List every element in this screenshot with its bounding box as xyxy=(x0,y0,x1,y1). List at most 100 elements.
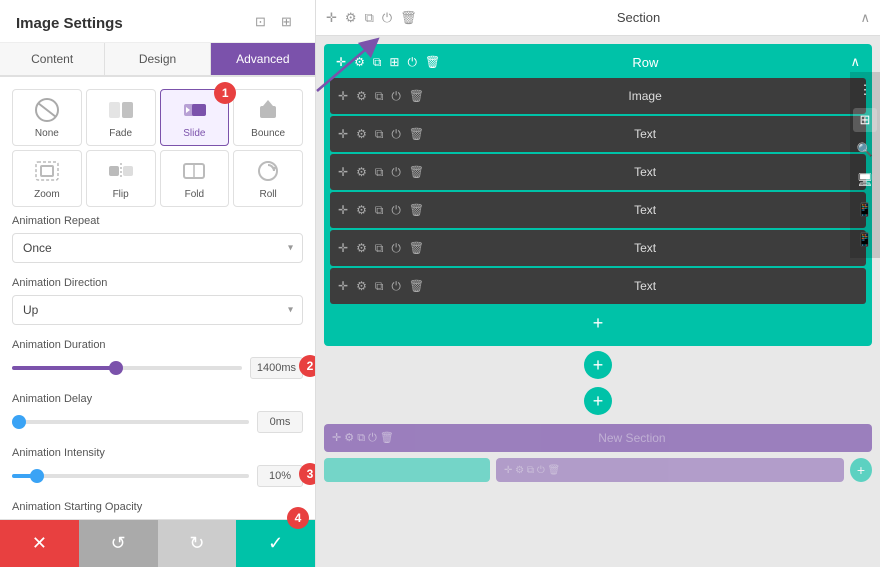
anim-fold-icon xyxy=(178,157,210,185)
mod-move-icon-1[interactable]: ✛ xyxy=(338,127,348,141)
sidebar-search-icon[interactable]: 🔍 xyxy=(853,138,877,162)
collapse-icon[interactable]: ∧ xyxy=(860,10,870,26)
badge-2: 2 xyxy=(299,355,315,377)
row-move-icon[interactable]: ✛ xyxy=(336,55,346,70)
anim-none-label: None xyxy=(35,128,59,139)
bottom-toolbar: ✕ ↺ ↻ ✓ 4 xyxy=(0,519,315,567)
module-title-0: Image xyxy=(432,89,858,103)
move-icon[interactable]: ✛ xyxy=(326,10,337,26)
module-text-4: ✛ ⚙ ⧉ ⏻ 🗑 Text xyxy=(330,230,866,266)
mod-copy-icon-5[interactable]: ⧉ xyxy=(375,279,384,294)
mod-gear-icon-5[interactable]: ⚙ xyxy=(356,279,367,293)
animation-intensity-slider[interactable] xyxy=(12,474,249,478)
mod-trash-icon-3[interactable]: 🗑 xyxy=(409,203,424,217)
anim-fold[interactable]: Fold xyxy=(160,150,230,207)
anim-roll[interactable]: Roll xyxy=(233,150,303,207)
module-text-5: ✛ ⚙ ⧉ ⏻ 🗑 Text xyxy=(330,268,866,304)
animation-repeat-select[interactable]: Once Loop Infinite xyxy=(12,233,303,263)
mod-trash-icon-5[interactable]: 🗑 xyxy=(409,279,424,293)
row-gear-icon[interactable]: ⚙ xyxy=(354,55,365,70)
copy-icon[interactable]: ⧉ xyxy=(365,10,374,26)
mod-power-icon-2[interactable]: ⏻ xyxy=(391,165,401,180)
blurred-plus: + xyxy=(850,458,872,482)
mod-move-icon-0[interactable]: ✛ xyxy=(338,89,348,103)
module-title-1: Text xyxy=(432,127,858,141)
anim-zoom[interactable]: Zoom xyxy=(12,150,82,207)
mod-copy-icon-1[interactable]: ⧉ xyxy=(375,127,384,142)
mod-trash-icon-2[interactable]: 🗑 xyxy=(409,165,424,179)
tab-content[interactable]: Content xyxy=(0,43,105,75)
row-collapse-icon[interactable]: ∧ xyxy=(850,54,860,70)
mod-copy-icon-2[interactable]: ⧉ xyxy=(375,165,384,180)
mod-power-icon-5[interactable]: ⏻ xyxy=(391,279,401,294)
row-grid-icon[interactable]: ⊞ xyxy=(389,55,399,70)
tabs: Content Design Advanced xyxy=(0,43,315,77)
mod-gear-icon-3[interactable]: ⚙ xyxy=(356,203,367,217)
anim-slide-icon xyxy=(178,96,210,124)
row-power-icon[interactable]: ⏻ xyxy=(407,55,417,70)
mod-copy-icon-4[interactable]: ⧉ xyxy=(375,241,384,256)
anim-bounce-label: Bounce xyxy=(251,128,285,139)
animation-delay-group: Animation Delay 0ms xyxy=(12,393,303,433)
section-title: Section xyxy=(617,10,660,25)
animation-delay-value: 0ms xyxy=(257,411,303,433)
add-section-button[interactable]: + xyxy=(584,387,612,415)
mod-power-icon-1[interactable]: ⏻ xyxy=(391,127,401,142)
module-title-4: Text xyxy=(432,241,858,255)
anim-flip[interactable]: Flip xyxy=(86,150,156,207)
mod-move-icon-3[interactable]: ✛ xyxy=(338,203,348,217)
mod-copy-icon-0[interactable]: ⧉ xyxy=(375,89,384,104)
animation-delay-slider[interactable] xyxy=(12,420,249,424)
tab-advanced[interactable]: Advanced xyxy=(211,43,315,75)
mod-move-icon-2[interactable]: ✛ xyxy=(338,165,348,179)
mod-power-icon-4[interactable]: ⏻ xyxy=(391,241,401,256)
trash-icon[interactable]: 🗑 xyxy=(400,10,417,26)
sidebar-tablet-icon[interactable]: 📱 xyxy=(853,198,877,222)
mod-gear-icon-0[interactable]: ⚙ xyxy=(356,89,367,103)
power-icon[interactable]: ⏻ xyxy=(382,10,392,26)
add-row-button[interactable]: + xyxy=(584,351,612,379)
mod-copy-icon-3[interactable]: ⧉ xyxy=(375,203,384,218)
mod-trash-icon-0[interactable]: 🗑 xyxy=(409,89,424,103)
maximize-icon[interactable]: ⊡ xyxy=(255,14,273,32)
mod-power-icon-3[interactable]: ⏻ xyxy=(391,203,401,218)
mod-gear-icon-1[interactable]: ⚙ xyxy=(356,127,367,141)
module-title-3: Text xyxy=(432,203,858,217)
animation-delay-row: 0ms xyxy=(12,411,303,433)
animation-opacity-label: Animation Starting Opacity xyxy=(12,501,303,513)
add-module-button-1[interactable]: + xyxy=(584,309,612,337)
columns-icon[interactable]: ⊞ xyxy=(281,14,299,32)
sidebar-dots-icon[interactable]: ⋮ xyxy=(853,78,877,102)
animation-duration-value: 1400ms xyxy=(250,357,303,379)
anim-slide[interactable]: Slide 1 xyxy=(160,89,230,146)
sidebar-monitor-icon[interactable]: 🖥 xyxy=(853,168,877,192)
mod-gear-icon-4[interactable]: ⚙ xyxy=(356,241,367,255)
animation-duration-slider[interactable] xyxy=(12,366,242,370)
anim-bounce[interactable]: Bounce xyxy=(233,89,303,146)
sidebar-mobile-icon[interactable]: 📱 xyxy=(853,228,877,252)
gear-icon[interactable]: ⚙ xyxy=(345,10,357,26)
mod-trash-icon-4[interactable]: 🗑 xyxy=(409,241,424,255)
row-copy-icon[interactable]: ⧉ xyxy=(373,55,382,70)
anim-zoom-label: Zoom xyxy=(34,189,60,200)
sidebar-grid-icon[interactable]: ⊞ xyxy=(853,108,877,132)
animation-repeat-wrapper: Once Loop Infinite ▾ xyxy=(12,233,303,263)
mod-move-icon-5[interactable]: ✛ xyxy=(338,279,348,293)
mod-move-icon-4[interactable]: ✛ xyxy=(338,241,348,255)
anim-fade[interactable]: Fade xyxy=(86,89,156,146)
badge-4: 4 xyxy=(287,507,309,529)
animation-direction-select[interactable]: Up Down Left Right xyxy=(12,295,303,325)
mod-power-icon-0[interactable]: ⏻ xyxy=(391,89,401,104)
row-trash-icon[interactable]: 🗑 xyxy=(425,55,440,70)
redo-button[interactable]: ↻ xyxy=(158,520,237,567)
animation-duration-group: Animation Duration 1400ms 2 xyxy=(12,339,303,379)
reset-button[interactable]: ↺ xyxy=(79,520,158,567)
tab-design[interactable]: Design xyxy=(105,43,210,75)
animation-duration-row: 1400ms 2 xyxy=(12,357,303,379)
mod-trash-icon-1[interactable]: 🗑 xyxy=(409,127,424,141)
row-header: ✛ ⚙ ⧉ ⊞ ⏻ 🗑 Row ∧ xyxy=(330,50,866,74)
mod-gear-icon-2[interactable]: ⚙ xyxy=(356,165,367,179)
delete-button[interactable]: ✕ xyxy=(0,520,79,567)
anim-none[interactable]: None xyxy=(12,89,82,146)
right-panel: ✛ ⚙ ⧉ ⏻ 🗑 Section ∧ xyxy=(316,0,880,567)
